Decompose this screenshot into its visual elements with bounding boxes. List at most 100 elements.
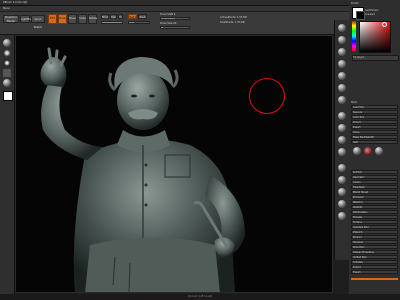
total-points-readout: TotalPoints: 1.55 Mil bbox=[220, 21, 245, 24]
focal-shift-value: 0 bbox=[173, 13, 176, 16]
topology-item[interactable]: Topology bbox=[351, 240, 398, 244]
focal-shift-label: Focal Shift 0 bbox=[160, 13, 175, 16]
rotate-button[interactable]: Rotate bbox=[88, 14, 97, 24]
focal-shift-text: Focal Shift bbox=[160, 13, 173, 16]
edit-button[interactable]: Edit bbox=[48, 14, 57, 24]
panel-accent-bar bbox=[351, 278, 398, 280]
import-button[interactable]: Import bbox=[351, 120, 398, 124]
rigging-item[interactable]: Rigging bbox=[351, 235, 398, 239]
fibermesh-item[interactable]: FiberMesh bbox=[351, 185, 398, 189]
masking-item[interactable]: Masking bbox=[351, 200, 398, 204]
layers-item[interactable]: Layers bbox=[351, 180, 398, 184]
texture-icon[interactable] bbox=[3, 69, 11, 77]
zsketch-item[interactable]: ZSketch bbox=[351, 230, 398, 234]
mrgb-button[interactable]: Mrgb bbox=[101, 14, 109, 19]
menu-bar[interactable]: Menu bbox=[0, 6, 400, 11]
xpose-icon[interactable] bbox=[338, 212, 346, 220]
rgb-intensity-slider[interactable] bbox=[101, 21, 123, 24]
tool-thumb-2-icon[interactable] bbox=[364, 147, 372, 155]
deformation-item[interactable]: Deformation bbox=[351, 210, 398, 214]
rgb-intensity-fill bbox=[102, 22, 122, 23]
unified-skin-item[interactable]: Unified Skin bbox=[351, 255, 398, 259]
copy-tool-button[interactable]: Copy Tool bbox=[351, 115, 398, 119]
local-icon[interactable] bbox=[338, 84, 346, 92]
brush-icon[interactable] bbox=[3, 39, 11, 47]
rotate-view-icon[interactable] bbox=[338, 148, 346, 156]
tool-thumb-icon[interactable] bbox=[353, 147, 361, 155]
document-canvas[interactable] bbox=[15, 35, 333, 293]
focal-shift-slider[interactable] bbox=[160, 17, 190, 20]
draw-size-fill bbox=[161, 27, 163, 28]
rgb-button[interactable]: Rgb bbox=[110, 14, 117, 19]
m-button[interactable]: M bbox=[118, 14, 123, 19]
display-properties-item[interactable]: Display Properties bbox=[351, 250, 398, 254]
tool-header[interactable]: Tool bbox=[351, 100, 357, 104]
alpha-icon[interactable] bbox=[3, 59, 11, 67]
zadd-button[interactable]: Zadd bbox=[128, 14, 137, 19]
surface-item[interactable]: Surface bbox=[351, 220, 398, 224]
color-picker-marker-icon bbox=[382, 22, 387, 27]
polypaint-item[interactable]: Polypaint bbox=[351, 195, 398, 199]
zoom-icon[interactable] bbox=[338, 24, 346, 32]
focal-shift-fill bbox=[161, 18, 175, 19]
tool-thumb-row bbox=[352, 146, 397, 156]
tool-thumb-3-icon[interactable] bbox=[375, 147, 383, 155]
morph-target-item[interactable]: Morph Target bbox=[351, 190, 398, 194]
floor-icon[interactable] bbox=[338, 72, 346, 80]
brush-cursor bbox=[249, 78, 285, 114]
hue-strip[interactable] bbox=[352, 21, 356, 51]
persp-icon[interactable] bbox=[338, 60, 346, 68]
draw-size-slider[interactable] bbox=[160, 26, 190, 29]
visibility-item[interactable]: Visibility bbox=[351, 205, 398, 209]
solo-icon[interactable] bbox=[338, 200, 346, 208]
draw-size-text: Draw Size bbox=[160, 22, 173, 25]
save-as-button[interactable]: Save As bbox=[351, 110, 398, 114]
switch-color-button[interactable]: SwitchColor bbox=[365, 9, 379, 12]
scale-view-icon[interactable] bbox=[338, 136, 346, 144]
quick-sketch-button[interactable]: Quick Sketch bbox=[31, 15, 45, 29]
zsub-button[interactable]: Zsub bbox=[138, 14, 147, 19]
projection-master-button[interactable]: Projection Master bbox=[3, 15, 19, 23]
frame-icon[interactable] bbox=[338, 112, 346, 120]
scale-button[interactable]: Scale bbox=[78, 14, 87, 24]
load-tool-button[interactable]: Load Tool bbox=[351, 105, 398, 109]
menu-label[interactable]: Menu bbox=[3, 6, 10, 11]
z-intensity-slider[interactable] bbox=[128, 21, 150, 24]
draw-size-value: 64 bbox=[173, 22, 177, 25]
move-view-icon[interactable] bbox=[338, 124, 346, 132]
polyf-icon[interactable] bbox=[338, 164, 346, 172]
transp-icon[interactable] bbox=[338, 176, 346, 184]
color-swatch-icon[interactable] bbox=[3, 91, 13, 101]
export-item[interactable]: Export bbox=[351, 270, 398, 274]
projection-item[interactable]: Projection bbox=[351, 245, 398, 249]
preview-item[interactable]: Preview bbox=[351, 215, 398, 219]
clone-button[interactable]: Clone bbox=[351, 130, 398, 134]
stroke-icon[interactable] bbox=[3, 49, 11, 57]
fill-object-button[interactable]: Fill Object bbox=[352, 55, 399, 61]
status-text: Vincent_Soft Sculpt bbox=[187, 295, 213, 298]
z-intensity-fill bbox=[129, 22, 134, 23]
ghost-icon[interactable] bbox=[338, 188, 346, 196]
subtool-item[interactable]: SubTool bbox=[351, 170, 398, 174]
lightbox-button[interactable]: LightBox bbox=[20, 15, 32, 23]
goz-button[interactable]: GoZ bbox=[351, 140, 398, 144]
app-title: ZBrush 4.0 [Sculpt] bbox=[3, 1, 28, 4]
export-button[interactable]: Export bbox=[351, 125, 398, 129]
draw-size-label: Draw Size 64 bbox=[160, 22, 176, 25]
status-bar: Vincent_Soft Sculpt bbox=[0, 294, 400, 300]
active-points-readout: ActivePoints: 1.55 Mil bbox=[220, 16, 247, 19]
import-item[interactable]: Import bbox=[351, 265, 398, 269]
draw-button[interactable]: Draw bbox=[58, 14, 67, 24]
right-shelf bbox=[334, 20, 349, 260]
adaptive-skin-item[interactable]: Adaptive Skin bbox=[351, 225, 398, 229]
make-polymesh-button[interactable]: Make PolyMesh3D bbox=[351, 135, 398, 139]
secondary-color-swatch[interactable] bbox=[356, 11, 365, 20]
actual-size-icon[interactable] bbox=[338, 36, 346, 44]
initialize-item[interactable]: Initialize bbox=[351, 260, 398, 264]
move-button[interactable]: Move bbox=[68, 14, 77, 24]
gradient-button[interactable]: Gradient bbox=[365, 13, 375, 16]
half-size-icon[interactable] bbox=[338, 48, 346, 56]
material-icon[interactable] bbox=[3, 79, 11, 87]
geometry-item[interactable]: Geometry bbox=[351, 175, 398, 179]
xyz-icon[interactable] bbox=[338, 96, 346, 104]
